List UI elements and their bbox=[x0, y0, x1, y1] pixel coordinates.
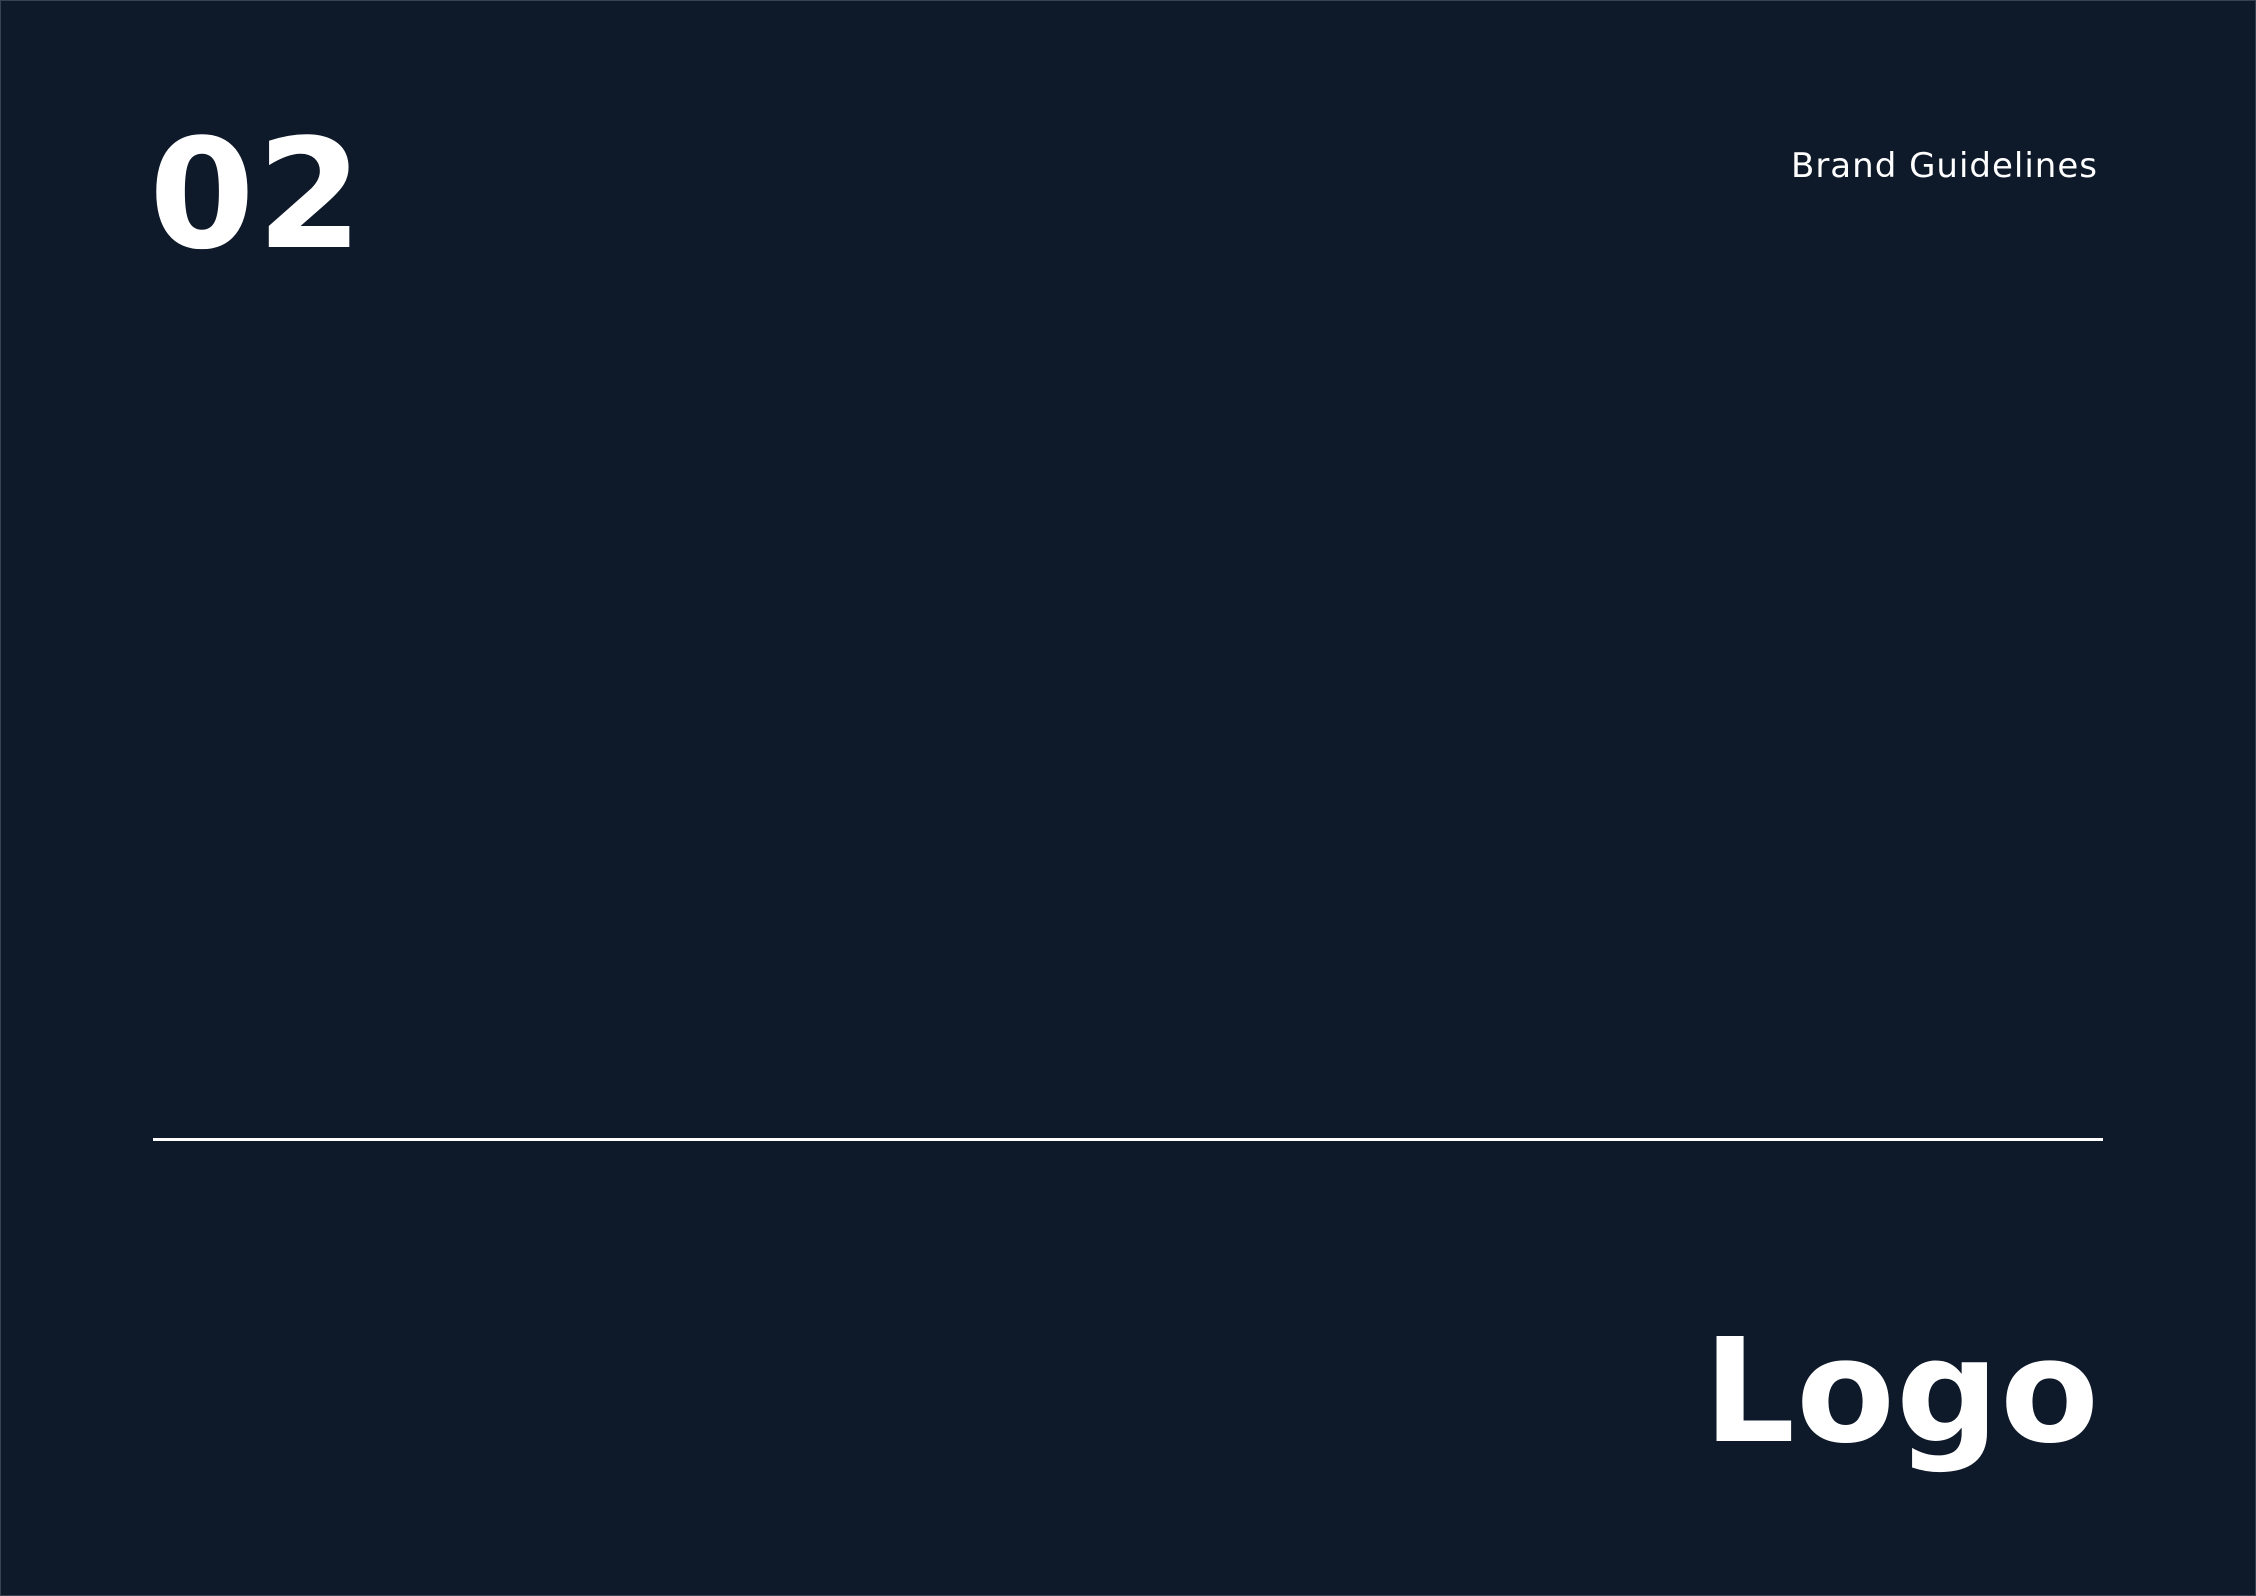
section-title: Logo bbox=[1703, 1307, 2100, 1475]
document-title: Brand Guidelines bbox=[1791, 146, 2098, 186]
guidelines-page: 02 Brand Guidelines Logo bbox=[0, 0, 2256, 1596]
divider-line bbox=[153, 1138, 2103, 1141]
section-number: 02 bbox=[149, 106, 365, 283]
